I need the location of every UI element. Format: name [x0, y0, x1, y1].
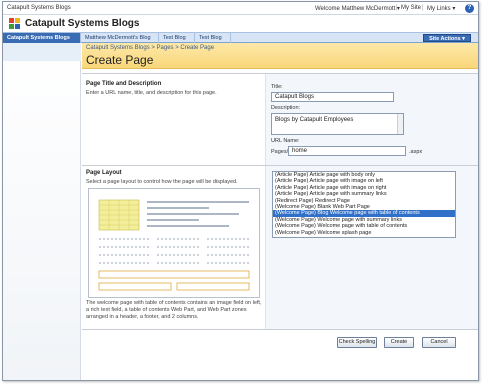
- top-navigation: Catapult Systems Blogs Matthew McDermott…: [3, 32, 478, 51]
- check-spelling-button[interactable]: Check Spelling: [337, 337, 377, 348]
- url-suffix: .aspx: [409, 149, 423, 155]
- section-heading-page-layout: Page Layout: [86, 170, 122, 176]
- layout-option[interactable]: (Welcome Page) Welcome splash page: [273, 230, 455, 236]
- my-links-menu[interactable]: My Links ▾: [427, 5, 455, 12]
- layout-preview-diagram: [98, 199, 250, 291]
- section-divider: [82, 329, 478, 330]
- create-page-form: Page Title and Description Enter a URL n…: [82, 69, 478, 380]
- page-layout-listbox[interactable]: (Article Page) Article page with body on…: [272, 171, 456, 238]
- description-scrollbar[interactable]: [397, 114, 403, 134]
- section-description: Enter a URL name, title, and description…: [86, 90, 217, 96]
- browser-window: Catapult Systems Blogs Welcome Matthew M…: [2, 1, 479, 381]
- left-pane-header: [3, 43, 81, 61]
- layout-preview-caption: The welcome page with table of contents …: [86, 300, 262, 320]
- layout-panel: (Article Page) Article page with body on…: [265, 166, 478, 329]
- site-header: Catapult Systems Blogs: [3, 15, 478, 32]
- section-heading-title-description: Page Title and Description: [86, 81, 162, 87]
- description-label: Description:: [271, 105, 301, 111]
- page-title-area: Catapult Systems Blogs > Pages > Create …: [82, 43, 478, 69]
- title-input[interactable]: Catapult Blogs: [271, 92, 394, 102]
- site-title-link[interactable]: Catapult Systems Blogs: [7, 5, 71, 11]
- tab-test-blog-3[interactable]: Test Blog 3: [195, 33, 231, 51]
- create-button[interactable]: Create: [384, 337, 414, 348]
- sharepoint-logo-icon: [9, 18, 20, 29]
- layout-preview-image: [88, 188, 260, 298]
- tab-test-blog-2[interactable]: Test Blog 2: [159, 33, 195, 51]
- section-description: Select a page layout to control how the …: [86, 179, 238, 185]
- separator: |: [422, 5, 424, 11]
- url-name-input[interactable]: home: [288, 146, 406, 156]
- title-label: Title:: [271, 84, 283, 90]
- site-actions-menu[interactable]: Site Actions ▾: [423, 34, 471, 42]
- global-top-bar: Catapult Systems Blogs Welcome Matthew M…: [3, 2, 478, 15]
- tab-catapult-systems-blogs[interactable]: Catapult Systems Blogs: [3, 33, 81, 43]
- url-name-label: URL Name:: [271, 138, 300, 144]
- separator: |: [396, 5, 398, 11]
- my-site-link[interactable]: My Site: [401, 5, 421, 11]
- breadcrumb[interactable]: Catapult Systems Blogs > Pages > Create …: [86, 45, 214, 51]
- url-prefix: Pages/: [271, 149, 289, 155]
- description-text: Blogs by Catapult Employees: [275, 117, 354, 123]
- left-navigation-pane: [3, 43, 81, 380]
- help-icon[interactable]: ?: [465, 4, 474, 13]
- site-name[interactable]: Catapult Systems Blogs: [25, 18, 139, 29]
- tab-matthew-mcdermotts-blog[interactable]: Matthew McDermott's Blog: [81, 33, 159, 43]
- title-fields-panel: Title: Catapult Blogs Description: Blogs…: [265, 74, 478, 165]
- description-textarea[interactable]: Blogs by Catapult Employees: [271, 113, 404, 135]
- cancel-button[interactable]: Cancel: [422, 337, 456, 348]
- page-title: Create Page: [86, 53, 154, 67]
- welcome-menu[interactable]: Welcome Matthew McDermott ▾: [315, 5, 400, 12]
